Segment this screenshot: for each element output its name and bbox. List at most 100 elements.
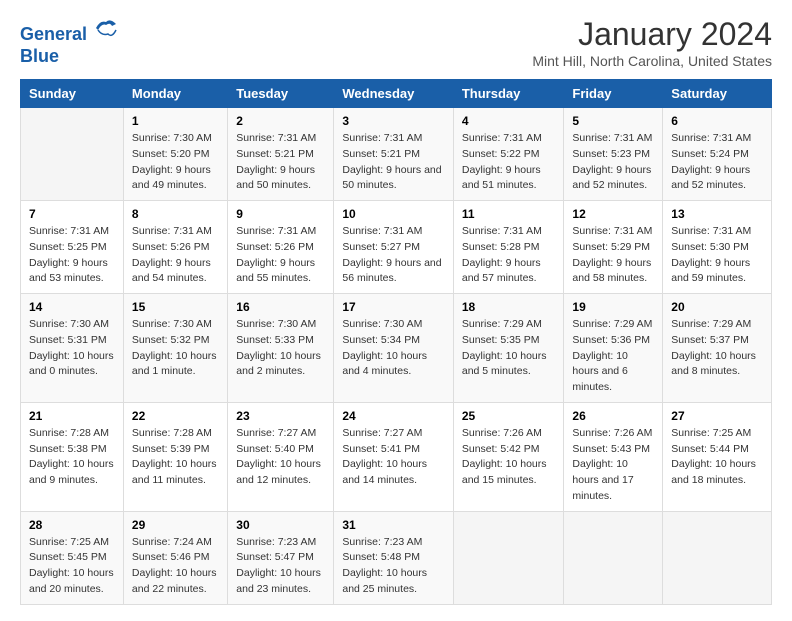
calendar-cell: 20 Sunrise: 7:29 AMSunset: 5:37 PMDayligh… xyxy=(663,294,772,403)
day-number: 23 xyxy=(236,409,325,423)
calendar-cell xyxy=(663,511,772,604)
day-number: 28 xyxy=(29,518,115,532)
day-info: Sunrise: 7:25 AMSunset: 5:44 PMDaylight:… xyxy=(671,426,763,489)
calendar-cell: 11 Sunrise: 7:31 AMSunset: 5:28 PMDayligh… xyxy=(453,201,564,294)
calendar-cell: 18 Sunrise: 7:29 AMSunset: 5:35 PMDayligh… xyxy=(453,294,564,403)
day-info: Sunrise: 7:30 AMSunset: 5:32 PMDaylight:… xyxy=(132,317,219,380)
day-info: Sunrise: 7:27 AMSunset: 5:41 PMDaylight:… xyxy=(342,426,445,489)
day-number: 17 xyxy=(342,300,445,314)
day-info: Sunrise: 7:23 AMSunset: 5:48 PMDaylight:… xyxy=(342,535,445,598)
day-info: Sunrise: 7:29 AMSunset: 5:35 PMDaylight:… xyxy=(462,317,556,380)
day-info: Sunrise: 7:31 AMSunset: 5:26 PMDaylight:… xyxy=(132,224,219,287)
day-info: Sunrise: 7:26 AMSunset: 5:43 PMDaylight:… xyxy=(572,426,654,505)
calendar-week-row: 14 Sunrise: 7:30 AMSunset: 5:31 PMDayligh… xyxy=(21,294,772,403)
day-number: 6 xyxy=(671,114,763,128)
day-info: Sunrise: 7:31 AMSunset: 5:23 PMDaylight:… xyxy=(572,131,654,194)
day-number: 11 xyxy=(462,207,556,221)
location-subtitle: Mint Hill, North Carolina, United States xyxy=(532,53,772,69)
calendar-cell: 28 Sunrise: 7:25 AMSunset: 5:45 PMDayligh… xyxy=(21,511,124,604)
day-number: 9 xyxy=(236,207,325,221)
day-info: Sunrise: 7:30 AMSunset: 5:34 PMDaylight:… xyxy=(342,317,445,380)
day-number: 20 xyxy=(671,300,763,314)
calendar-cell: 3Sunrise: 7:31 AMSunset: 5:21 PMDaylight… xyxy=(334,108,454,201)
calendar-cell: 22Sunrise: 7:28 AMSunset: 5:39 PMDayligh… xyxy=(123,402,227,511)
day-number: 18 xyxy=(462,300,556,314)
logo-blue: Blue xyxy=(20,46,118,68)
weekday-header-monday: Monday xyxy=(123,80,227,108)
calendar-cell: 27Sunrise: 7:25 AMSunset: 5:44 PMDayligh… xyxy=(663,402,772,511)
day-number: 7 xyxy=(29,207,115,221)
weekday-header-friday: Friday xyxy=(564,80,663,108)
title-block: January 2024 Mint Hill, North Carolina, … xyxy=(532,16,772,69)
page-header: General Blue January 2024 Mint Hill, Nor… xyxy=(20,16,772,69)
day-number: 26 xyxy=(572,409,654,423)
day-number: 15 xyxy=(132,300,219,314)
calendar-cell: 12Sunrise: 7:31 AMSunset: 5:29 PMDayligh… xyxy=(564,201,663,294)
calendar-cell: 13 Sunrise: 7:31 AMSunset: 5:30 PMDayligh… xyxy=(663,201,772,294)
day-info: Sunrise: 7:23 AMSunset: 5:47 PMDaylight:… xyxy=(236,535,325,598)
day-number: 1 xyxy=(132,114,219,128)
day-info: Sunrise: 7:30 AMSunset: 5:20 PMDaylight:… xyxy=(132,131,219,194)
day-number: 4 xyxy=(462,114,556,128)
calendar-cell xyxy=(21,108,124,201)
calendar-cell: 29 Sunrise: 7:24 AMSunset: 5:46 PMDayligh… xyxy=(123,511,227,604)
calendar-cell: 24 Sunrise: 7:27 AMSunset: 5:41 PMDayligh… xyxy=(334,402,454,511)
calendar-cell: 10Sunrise: 7:31 AMSunset: 5:27 PMDayligh… xyxy=(334,201,454,294)
day-info: Sunrise: 7:31 AMSunset: 5:30 PMDaylight:… xyxy=(671,224,763,287)
day-info: Sunrise: 7:31 AMSunset: 5:21 PMDaylight:… xyxy=(342,131,445,194)
day-info: Sunrise: 7:26 AMSunset: 5:42 PMDaylight:… xyxy=(462,426,556,489)
calendar-cell: 23 Sunrise: 7:27 AMSunset: 5:40 PMDayligh… xyxy=(228,402,334,511)
day-number: 25 xyxy=(462,409,556,423)
month-title: January 2024 xyxy=(532,16,772,53)
calendar-cell: 5 Sunrise: 7:31 AMSunset: 5:23 PMDaylight… xyxy=(564,108,663,201)
day-info: Sunrise: 7:30 AMSunset: 5:31 PMDaylight:… xyxy=(29,317,115,380)
day-info: Sunrise: 7:25 AMSunset: 5:45 PMDaylight:… xyxy=(29,535,115,598)
weekday-header-tuesday: Tuesday xyxy=(228,80,334,108)
day-number: 31 xyxy=(342,518,445,532)
day-info: Sunrise: 7:28 AMSunset: 5:38 PMDaylight:… xyxy=(29,426,115,489)
day-number: 2 xyxy=(236,114,325,128)
day-number: 16 xyxy=(236,300,325,314)
day-info: Sunrise: 7:29 AMSunset: 5:37 PMDaylight:… xyxy=(671,317,763,380)
calendar-cell: 4Sunrise: 7:31 AMSunset: 5:22 PMDaylight… xyxy=(453,108,564,201)
day-info: Sunrise: 7:31 AMSunset: 5:24 PMDaylight:… xyxy=(671,131,763,194)
calendar-cell: 15 Sunrise: 7:30 AMSunset: 5:32 PMDayligh… xyxy=(123,294,227,403)
day-number: 5 xyxy=(572,114,654,128)
calendar-cell: 8 Sunrise: 7:31 AMSunset: 5:26 PMDaylight… xyxy=(123,201,227,294)
day-number: 24 xyxy=(342,409,445,423)
calendar-cell xyxy=(564,511,663,604)
day-info: Sunrise: 7:31 AMSunset: 5:25 PMDaylight:… xyxy=(29,224,115,287)
calendar-cell: 21Sunrise: 7:28 AMSunset: 5:38 PMDayligh… xyxy=(21,402,124,511)
day-info: Sunrise: 7:27 AMSunset: 5:40 PMDaylight:… xyxy=(236,426,325,489)
day-info: Sunrise: 7:31 AMSunset: 5:27 PMDaylight:… xyxy=(342,224,445,287)
calendar-cell: 2 Sunrise: 7:31 AMSunset: 5:21 PMDaylight… xyxy=(228,108,334,201)
day-info: Sunrise: 7:24 AMSunset: 5:46 PMDaylight:… xyxy=(132,535,219,598)
weekday-header-wednesday: Wednesday xyxy=(334,80,454,108)
day-info: Sunrise: 7:28 AMSunset: 5:39 PMDaylight:… xyxy=(132,426,219,489)
calendar-cell: 7 Sunrise: 7:31 AMSunset: 5:25 PMDaylight… xyxy=(21,201,124,294)
day-number: 8 xyxy=(132,207,219,221)
calendar-cell: 30Sunrise: 7:23 AMSunset: 5:47 PMDayligh… xyxy=(228,511,334,604)
calendar-cell: 19Sunrise: 7:29 AMSunset: 5:36 PMDayligh… xyxy=(564,294,663,403)
day-info: Sunrise: 7:31 AMSunset: 5:28 PMDaylight:… xyxy=(462,224,556,287)
weekday-header-saturday: Saturday xyxy=(663,80,772,108)
calendar-table: SundayMondayTuesdayWednesdayThursdayFrid… xyxy=(20,79,772,605)
calendar-week-row: 7 Sunrise: 7:31 AMSunset: 5:25 PMDaylight… xyxy=(21,201,772,294)
calendar-cell: 9 Sunrise: 7:31 AMSunset: 5:26 PMDaylight… xyxy=(228,201,334,294)
day-number: 13 xyxy=(671,207,763,221)
calendar-cell: 25 Sunrise: 7:26 AMSunset: 5:42 PMDayligh… xyxy=(453,402,564,511)
calendar-cell: 1 Sunrise: 7:30 AMSunset: 5:20 PMDaylight… xyxy=(123,108,227,201)
day-number: 29 xyxy=(132,518,219,532)
calendar-cell: 16Sunrise: 7:30 AMSunset: 5:33 PMDayligh… xyxy=(228,294,334,403)
day-info: Sunrise: 7:31 AMSunset: 5:26 PMDaylight:… xyxy=(236,224,325,287)
logo-general: General xyxy=(20,24,87,44)
logo: General Blue xyxy=(20,16,118,67)
logo-text: General xyxy=(20,16,118,46)
day-number: 14 xyxy=(29,300,115,314)
day-number: 19 xyxy=(572,300,654,314)
day-info: Sunrise: 7:31 AMSunset: 5:29 PMDaylight:… xyxy=(572,224,654,287)
calendar-cell: 26 Sunrise: 7:26 AMSunset: 5:43 PMDayligh… xyxy=(564,402,663,511)
calendar-week-row: 28 Sunrise: 7:25 AMSunset: 5:45 PMDayligh… xyxy=(21,511,772,604)
day-info: Sunrise: 7:31 AMSunset: 5:21 PMDaylight:… xyxy=(236,131,325,194)
weekday-header-thursday: Thursday xyxy=(453,80,564,108)
